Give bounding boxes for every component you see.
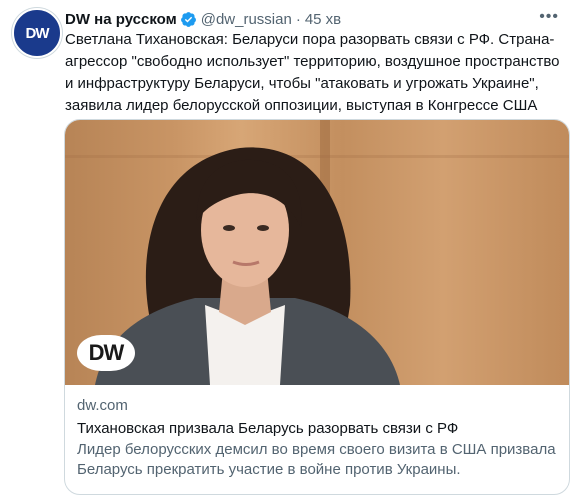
card-photo-illustration: [65, 120, 569, 385]
author-avatar[interactable]: DW: [12, 8, 62, 58]
card-domain: dw.com: [77, 397, 128, 414]
card-description: Лидер белорусских демсил во время своего…: [77, 441, 556, 478]
card-title[interactable]: Тихановская призвала Беларусь разорвать …: [77, 419, 559, 439]
tweet-text: Светлана Тихановская: Беларуси пора разо…: [65, 31, 560, 114]
verified-badge-icon: [180, 11, 196, 27]
card-body: dw.com Тихановская призвала Беларусь раз…: [77, 396, 559, 480]
dw-logo: DW: [77, 335, 135, 371]
author-name[interactable]: DW на русском: [65, 11, 177, 28]
author-handle[interactable]: @dw_russian: [201, 11, 292, 28]
separator-dot: ·: [295, 10, 301, 28]
card-image: DW: [65, 120, 569, 385]
more-options-icon[interactable]: •••: [539, 8, 559, 26]
link-preview-card[interactable]: DW dw.com Тихановская призвала Беларусь …: [64, 119, 570, 495]
tweet-timestamp[interactable]: 45 хв: [305, 11, 341, 28]
tweet-header: DW на русском @dw_russian · 45 хв •••: [65, 8, 561, 30]
dw-logo-text: DW: [88, 340, 125, 365]
avatar-logo-text: DW: [25, 24, 50, 42]
